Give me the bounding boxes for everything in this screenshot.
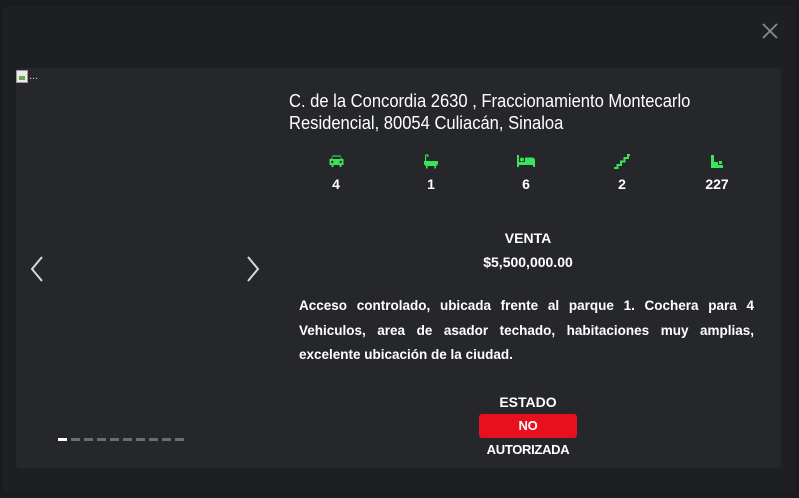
- status-badge: NO AUTORIZADA: [479, 414, 577, 457]
- bed-icon: [517, 155, 535, 167]
- property-image[interactable]: ...: [16, 70, 38, 83]
- carousel-dot[interactable]: [58, 438, 67, 441]
- carousel-indicators: [58, 438, 184, 441]
- property-address: C. de la Concordia 2630 , Fraccionamient…: [289, 90, 712, 134]
- feature-list: 4 1 6 2 227: [288, 152, 768, 202]
- property-card: ... C. de la Concordia 2630 , Fraccionam…: [16, 68, 781, 468]
- car-icon: [329, 155, 343, 167]
- feature-parking-value: 4: [332, 176, 340, 192]
- feature-bathrooms: 1: [401, 152, 461, 192]
- status-label: ESTADO: [499, 394, 557, 410]
- property-description: Acceso controlado, ubicada frente al par…: [299, 298, 754, 362]
- carousel-dot[interactable]: [84, 438, 93, 441]
- price: $5,500,000.00: [483, 254, 573, 270]
- close-button[interactable]: [759, 20, 781, 42]
- stairs-icon: [614, 153, 630, 169]
- carousel-dot[interactable]: [175, 438, 184, 441]
- carousel-dot[interactable]: [149, 438, 158, 441]
- carousel-dot[interactable]: [97, 438, 106, 441]
- carousel-dot[interactable]: [123, 438, 132, 441]
- carousel-dot[interactable]: [162, 438, 171, 441]
- operation-type: VENTA: [504, 230, 552, 246]
- chevron-right-icon: [247, 256, 260, 282]
- image-carousel: ...: [16, 68, 272, 468]
- feature-area-value: 227: [705, 176, 729, 192]
- operation-info: VENTA $5,500,000.00: [288, 226, 768, 274]
- feature-parking: 4: [306, 152, 366, 192]
- carousel-next-button[interactable]: [242, 254, 262, 284]
- address-line-2: Residencial, 80054 Culiacán, Sinaloa: [289, 113, 564, 133]
- address-line-1: C. de la Concordia 2630 , Fraccionamient…: [289, 91, 691, 111]
- carousel-dot[interactable]: [110, 438, 119, 441]
- image-alt-text: ...: [29, 70, 39, 82]
- carousel-dot[interactable]: [136, 438, 145, 441]
- feature-floors: 2: [592, 152, 652, 192]
- property-modal: ... C. de la Concordia 2630 , Fraccionam…: [3, 6, 795, 492]
- feature-bedrooms-value: 6: [522, 176, 530, 192]
- broken-image-icon: [16, 70, 28, 83]
- feature-floors-value: 2: [618, 176, 626, 192]
- property-info: C. de la Concordia 2630 , Fraccionamient…: [288, 68, 758, 468]
- feature-area: 227: [687, 152, 747, 192]
- feature-bathrooms-value: 1: [427, 176, 435, 192]
- bathtub-icon: [424, 153, 438, 168]
- area-icon: [711, 154, 723, 168]
- carousel-dot[interactable]: [71, 438, 80, 441]
- feature-bedrooms: 6: [496, 152, 556, 192]
- chevron-left-icon: [30, 256, 43, 282]
- carousel-prev-button[interactable]: [28, 254, 48, 284]
- close-icon: [762, 23, 778, 39]
